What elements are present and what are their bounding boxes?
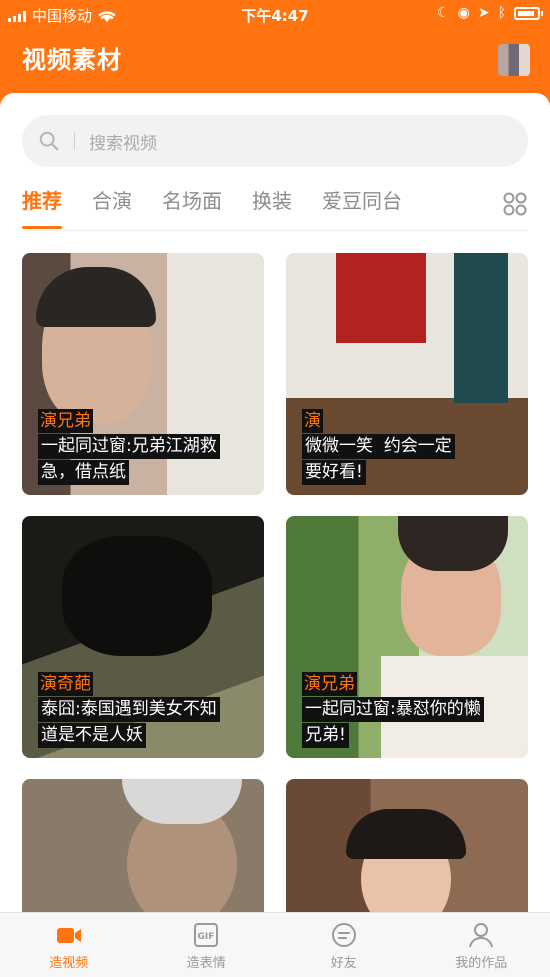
card-tag: 演 [302,409,323,433]
card-caption: 演奇葩 泰囧:泰国遇到美女不知 道是不是人妖 [38,672,254,748]
moon-icon: ☾ [437,5,450,21]
location-icon: ➤ [477,5,490,21]
card-title-line: 急，借点纸 [38,460,129,485]
video-card[interactable]: 演兄弟 一起同过窗:暴怼你的懒 兄弟! [286,516,528,758]
search-placeholder: 搜索视频 [89,133,157,154]
tab-idol-together[interactable]: 爱豆同台 [322,189,402,229]
nav-make-video[interactable]: 造视频 [0,913,138,977]
nav-my-works[interactable]: 我的作品 [413,913,550,977]
card-caption: 演兄弟 一起同过窗:暴怼你的懒 兄弟! [302,672,518,748]
thumbnail-dress [336,253,426,343]
nav-friends[interactable]: 好友 [275,913,413,977]
nav-label: 我的作品 [455,955,508,971]
nav-label: 好友 [330,955,357,971]
card-title-line: 道是不是人妖 [38,723,146,748]
tabs-divider [22,230,528,231]
card-title-line: 微微一笑 约会一定 [302,434,455,459]
card-title-line: 泰囧:泰国遇到美女不知 [38,697,220,722]
thumbnail-hair [122,779,242,824]
svg-text:GIF: GIF [198,932,215,942]
gif-icon: GIF [194,922,219,947]
card-tag: 演兄弟 [38,409,93,433]
search-bar[interactable]: 搜索视频 [22,115,528,167]
card-caption: 演 微微一笑 约会一定 要好看! [302,409,518,485]
avatar[interactable] [498,44,530,76]
bluetooth-icon: ᛒ [497,5,506,21]
search-divider [74,132,75,150]
content-sheet: 搜索视频 推荐 合演 名场面 换装 爱豆同台 演兄弟 一起同过窗:兄弟江湖救 急… [0,93,550,977]
tab-co-star[interactable]: 合演 [92,189,132,229]
card-tag: 演奇葩 [38,672,93,696]
video-card[interactable]: 演兄弟 一起同过窗:兄弟江湖救 急，借点纸 [22,253,264,495]
tab-recommended[interactable]: 推荐 [22,189,62,229]
video-camera-icon [56,927,81,943]
thumbnail-hair [36,267,156,327]
thumbnail-curtain [454,253,508,403]
video-card[interactable]: 演 微微一笑 约会一定 要好看! [286,253,528,495]
thumbnail-figure [62,536,212,656]
page-title: 视频素材 [22,46,122,74]
tab-famous-scenes[interactable]: 名场面 [162,189,222,229]
nav-make-emoji[interactable]: GIF 造表情 [138,913,276,977]
card-tag: 演兄弟 [302,672,357,696]
person-icon [469,922,494,947]
card-title-line: 一起同过窗:兄弟江湖救 [38,434,220,459]
search-icon [39,131,59,151]
card-caption: 演兄弟 一起同过窗:兄弟江湖救 急，借点纸 [38,409,254,485]
thumbnail-hair [398,516,508,571]
lock-rotation-icon: ◉ [457,5,470,21]
category-tabs: 推荐 合演 名场面 换装 爱豆同台 [22,189,528,229]
card-title-line: 兄弟! [302,723,349,748]
grid-menu-icon[interactable] [502,191,528,217]
chat-icon [331,922,356,947]
status-bar: 中国移动 下午4:47 ☾ ◉ ➤ ᛒ [0,0,550,28]
battery-icon [514,6,543,20]
card-title-line: 一起同过窗:暴怼你的懒 [302,697,484,722]
thumbnail-hair [346,809,466,859]
nav-label: 造表情 [186,955,226,971]
nav-label: 造视频 [49,955,89,971]
bottom-navigation: 造视频 GIF 造表情 好友 我的作品 [0,912,550,977]
tab-costume[interactable]: 换装 [252,189,292,229]
app-header: 中国移动 下午4:47 ☾ ◉ ➤ ᛒ 视频素材 [0,0,550,100]
card-title-line: 要好看! [302,460,366,485]
video-card[interactable]: 演奇葩 泰囧:泰国遇到美女不知 道是不是人妖 [22,516,264,758]
